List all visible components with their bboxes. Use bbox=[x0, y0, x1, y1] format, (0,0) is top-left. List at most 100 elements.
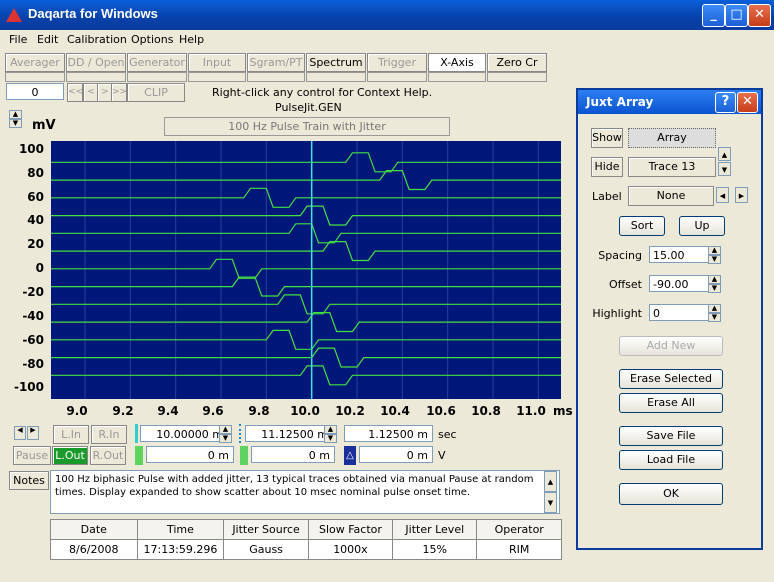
trigger-strip[interactable] bbox=[367, 72, 427, 82]
scroll-right-icon[interactable]: ▶ bbox=[27, 426, 39, 440]
table-cell[interactable]: 17:13:59.296 bbox=[136, 539, 225, 560]
menu-calibration[interactable]: Calibration bbox=[67, 33, 127, 46]
dd-open-button[interactable]: DD / Open bbox=[66, 53, 126, 72]
up-button[interactable]: Up bbox=[679, 216, 725, 236]
table-header[interactable]: Operator bbox=[476, 519, 562, 540]
plot-subtitle[interactable]: 100 Hz Pulse Train with Jitter bbox=[164, 117, 450, 136]
r-out-button[interactable]: R.Out bbox=[90, 446, 126, 465]
value1-field[interactable]: 0 m bbox=[146, 446, 234, 463]
offset-up-icon[interactable]: ▲ bbox=[708, 275, 721, 284]
x-axis-strip[interactable] bbox=[428, 72, 486, 82]
zero-cr-button[interactable]: Zero Cr bbox=[487, 53, 547, 72]
l-in-button[interactable]: L.In bbox=[53, 425, 89, 444]
table-cell[interactable]: 15% bbox=[392, 539, 478, 560]
notes-scroll-down-icon[interactable]: ▼ bbox=[544, 492, 557, 513]
scroll-left-icon[interactable]: ◀ bbox=[14, 426, 26, 440]
label-left-icon[interactable]: ◀ bbox=[716, 187, 729, 203]
spectrum-strip[interactable] bbox=[306, 72, 366, 82]
trace-12 bbox=[51, 347, 561, 368]
spacing-down-icon[interactable]: ▼ bbox=[708, 255, 721, 264]
y-scale-down-icon[interactable]: ▼ bbox=[9, 119, 22, 128]
cursor2-down-icon[interactable]: ▼ bbox=[324, 434, 337, 443]
menu-edit[interactable]: Edit bbox=[37, 33, 58, 46]
sgram-strip[interactable] bbox=[247, 72, 305, 82]
table-header[interactable]: Jitter Level bbox=[392, 519, 478, 540]
sgram-pt-button[interactable]: Sgram/PT bbox=[247, 53, 305, 72]
y-tick: 60 bbox=[27, 190, 44, 204]
table-header[interactable]: Time bbox=[136, 519, 225, 540]
y-scale-up-icon[interactable]: ▲ bbox=[9, 110, 22, 119]
value2-field[interactable]: 0 m bbox=[251, 446, 335, 463]
averager-strip[interactable] bbox=[5, 72, 65, 82]
cursor1-field[interactable]: 10.00000 m bbox=[140, 425, 228, 442]
highlight-down-icon[interactable]: ▼ bbox=[708, 313, 721, 322]
y-tick: 0 bbox=[35, 261, 44, 275]
waveform-plot[interactable] bbox=[51, 141, 561, 399]
erase-selected-button[interactable]: Erase Selected bbox=[619, 369, 723, 389]
delta-field[interactable]: 1.12500 m bbox=[344, 425, 433, 442]
juxt-title-bar: Juxt Array ? ✕ bbox=[578, 90, 761, 114]
dd-strip[interactable] bbox=[66, 72, 126, 82]
menu-file[interactable]: File bbox=[9, 33, 27, 46]
hide-button[interactable]: Hide bbox=[591, 157, 623, 177]
generator-strip[interactable] bbox=[127, 72, 187, 82]
cursor2-field[interactable]: 11.12500 m bbox=[245, 425, 333, 442]
help-icon[interactable]: ? bbox=[715, 92, 736, 113]
table-cell[interactable]: Gauss bbox=[223, 539, 309, 560]
juxt-array-dialog: Juxt Array ? ✕ Show Array Hide Trace 13 … bbox=[576, 88, 763, 550]
load-file-button[interactable]: Load File bbox=[619, 450, 723, 470]
table-header[interactable]: Jitter Source bbox=[223, 519, 309, 540]
menu-options[interactable]: Options bbox=[131, 33, 173, 46]
hide-value[interactable]: Trace 13 bbox=[628, 157, 716, 177]
show-button[interactable]: Show bbox=[591, 128, 623, 148]
input-button[interactable]: Input bbox=[188, 53, 246, 72]
spacing-up-icon[interactable]: ▲ bbox=[708, 246, 721, 255]
value3-field[interactable]: 0 m bbox=[359, 446, 433, 463]
notes-button[interactable]: Notes bbox=[9, 471, 49, 490]
menu-help[interactable]: Help bbox=[179, 33, 204, 46]
highlight-up-icon[interactable]: ▲ bbox=[708, 304, 721, 313]
close-icon[interactable]: ✕ bbox=[748, 4, 771, 27]
maximize-icon[interactable]: □ bbox=[725, 4, 748, 27]
ok-button[interactable]: OK bbox=[619, 483, 723, 505]
save-file-button[interactable]: Save File bbox=[619, 426, 723, 446]
trace-up-icon[interactable]: ▲ bbox=[718, 147, 731, 161]
notes-scroll-up-icon[interactable]: ▲ bbox=[544, 471, 557, 492]
sort-button[interactable]: Sort bbox=[619, 216, 665, 236]
notes-text[interactable]: 100 Hz biphasic Pulse with added jitter,… bbox=[50, 470, 560, 514]
erase-all-button[interactable]: Erase All bbox=[619, 393, 723, 413]
last-button[interactable]: >> bbox=[111, 83, 127, 102]
x-axis-button[interactable]: X-Axis bbox=[428, 53, 486, 72]
spectrum-button[interactable]: Spectrum bbox=[306, 53, 366, 72]
clip-button[interactable]: CLIP bbox=[127, 83, 185, 102]
label-right-icon[interactable]: ▶ bbox=[735, 187, 748, 203]
cursor2-up-icon[interactable]: ▲ bbox=[324, 425, 337, 434]
table-cell[interactable]: RIM bbox=[476, 539, 562, 560]
generator-button[interactable]: Generator bbox=[127, 53, 187, 72]
table-header[interactable]: Slow Factor bbox=[307, 519, 394, 540]
first-button[interactable]: << bbox=[67, 83, 83, 102]
highlight-label: Highlight bbox=[592, 307, 642, 320]
juxt-close-icon[interactable]: ✕ bbox=[737, 92, 758, 113]
trace-counter[interactable]: 0 bbox=[6, 83, 64, 100]
input-strip[interactable] bbox=[188, 72, 246, 82]
label-value[interactable]: None bbox=[628, 186, 714, 206]
x-tick: 10.6 bbox=[426, 404, 456, 418]
trigger-button[interactable]: Trigger bbox=[367, 53, 427, 72]
cursor1-up-icon[interactable]: ▲ bbox=[219, 425, 232, 434]
minimize-icon[interactable]: _ bbox=[702, 4, 725, 27]
add-new-button[interactable]: Add New bbox=[619, 336, 723, 356]
table-header[interactable]: Date bbox=[50, 519, 138, 540]
x-tick: 10.0 bbox=[290, 404, 320, 418]
offset-down-icon[interactable]: ▼ bbox=[708, 284, 721, 293]
r-in-button[interactable]: R.In bbox=[91, 425, 127, 444]
averager-button[interactable]: Averager bbox=[5, 53, 65, 72]
cursor1-down-icon[interactable]: ▼ bbox=[219, 434, 232, 443]
zero-cr-strip[interactable] bbox=[487, 72, 547, 82]
table-cell[interactable]: 1000x bbox=[307, 539, 394, 560]
pause-button[interactable]: Pause bbox=[13, 446, 51, 465]
l-out-button[interactable]: L.Out bbox=[52, 446, 88, 465]
table-cell[interactable]: 8/6/2008 bbox=[50, 539, 138, 560]
show-value[interactable]: Array bbox=[628, 128, 716, 148]
trace-down-icon[interactable]: ▼ bbox=[718, 162, 731, 176]
